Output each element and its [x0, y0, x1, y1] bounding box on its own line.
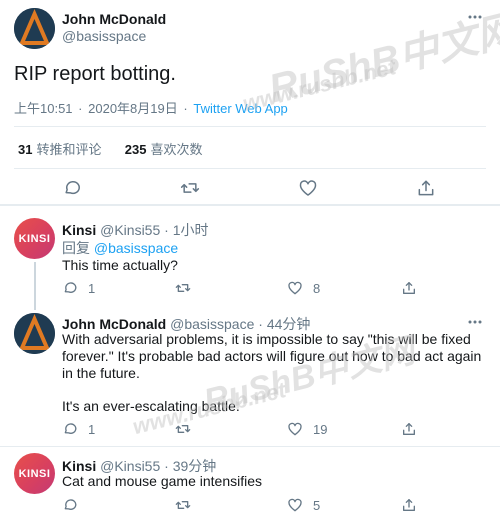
author-handle: @Kinsi55	[100, 458, 161, 474]
reply-text: This time actually?	[62, 257, 178, 273]
reply-button[interactable]: 1	[62, 421, 95, 437]
like-count: 5	[313, 497, 321, 513]
heart-icon	[288, 422, 302, 436]
divider	[14, 168, 486, 169]
share-button[interactable]	[401, 497, 417, 513]
reply-icon	[65, 180, 80, 195]
author-handle[interactable]: @basisspace	[62, 28, 146, 44]
heart-icon	[288, 281, 302, 295]
reply-text: Cat and mouse game intensifies	[62, 473, 262, 489]
reply-text: With adversarial problems, it is impossi…	[62, 331, 482, 381]
retweet-icon	[175, 425, 191, 433]
avatar[interactable]: KINSI	[14, 218, 55, 259]
reply-icon	[64, 282, 77, 293]
share-button[interactable]	[401, 280, 417, 296]
meta-separator: ·	[183, 101, 188, 116]
delta-logo-icon	[14, 8, 55, 49]
thread-line	[34, 262, 36, 310]
reply-time: 39分钟	[172, 458, 217, 474]
reply-time: 44分钟	[266, 316, 311, 332]
retweet-button[interactable]	[174, 421, 192, 437]
reply-count: 1	[88, 421, 96, 437]
share-button[interactable]	[401, 421, 417, 437]
like-button[interactable]: 8	[287, 280, 320, 296]
author-name[interactable]: Kinsi @Kinsi55 · 1小时	[62, 220, 209, 240]
more-icon[interactable]	[466, 11, 484, 23]
tweet-app-link[interactable]: Twitter Web App	[193, 101, 287, 116]
divider	[0, 446, 500, 447]
share-icon	[403, 282, 415, 294]
reply-count: 1	[88, 280, 96, 296]
like-count: 8	[313, 280, 321, 296]
delta-logo-icon	[14, 313, 55, 354]
retweet-icon	[175, 284, 191, 292]
retweets-stat[interactable]: 31 转推和评论	[18, 142, 101, 157]
main-tweet: John McDonald @basisspace RIP report bot…	[0, 0, 500, 205]
reply-time: 1小时	[172, 222, 209, 238]
share-icon	[403, 499, 415, 511]
reply-icon	[64, 423, 77, 434]
author-name[interactable]: John McDonald	[62, 11, 166, 27]
retweet-button[interactable]	[174, 497, 192, 513]
divider	[0, 205, 500, 206]
avatar[interactable]	[14, 313, 55, 354]
avatar[interactable]	[14, 8, 55, 49]
tweet-meta: 上午10:51 · 2020年8月19日 · Twitter Web App	[14, 98, 288, 117]
retweet-icon	[175, 501, 191, 509]
tweet-stats: 31 转推和评论 235 喜欢次数	[18, 139, 202, 158]
replying-to: 回复 @basisspace	[62, 240, 179, 256]
likes-stat[interactable]: 235 喜欢次数	[125, 142, 203, 157]
heart-icon	[288, 498, 302, 512]
reply-text: It's an ever-escalating battle.	[62, 398, 240, 414]
share-icon	[403, 423, 415, 435]
like-count: 19	[313, 421, 328, 437]
retweet-icon	[180, 183, 200, 193]
divider	[14, 126, 486, 127]
meta-separator: ·	[78, 101, 83, 116]
avatar[interactable]: KINSI	[14, 453, 55, 494]
reply-icon	[64, 499, 77, 510]
retweet-button[interactable]	[179, 178, 201, 198]
more-icon[interactable]	[466, 316, 484, 328]
reply-button[interactable]: 1	[62, 280, 95, 296]
reply-button[interactable]	[62, 178, 82, 198]
tweet-date[interactable]: 2020年8月19日	[88, 101, 178, 116]
heart-icon	[299, 180, 317, 196]
like-button[interactable]: 5	[287, 497, 320, 513]
author-handle: @basisspace	[170, 316, 255, 332]
share-icon	[418, 180, 434, 196]
like-button[interactable]: 19	[287, 421, 327, 437]
mention-link[interactable]: @basisspace	[94, 240, 178, 256]
share-button[interactable]	[416, 178, 436, 198]
tweet-time[interactable]: 上午10:51	[14, 101, 73, 116]
tweet-text: RIP report botting.	[14, 63, 176, 85]
reply-button[interactable]	[62, 497, 78, 513]
like-button[interactable]	[298, 178, 318, 198]
author-handle: @Kinsi55	[100, 222, 161, 238]
retweet-button[interactable]	[174, 280, 192, 296]
